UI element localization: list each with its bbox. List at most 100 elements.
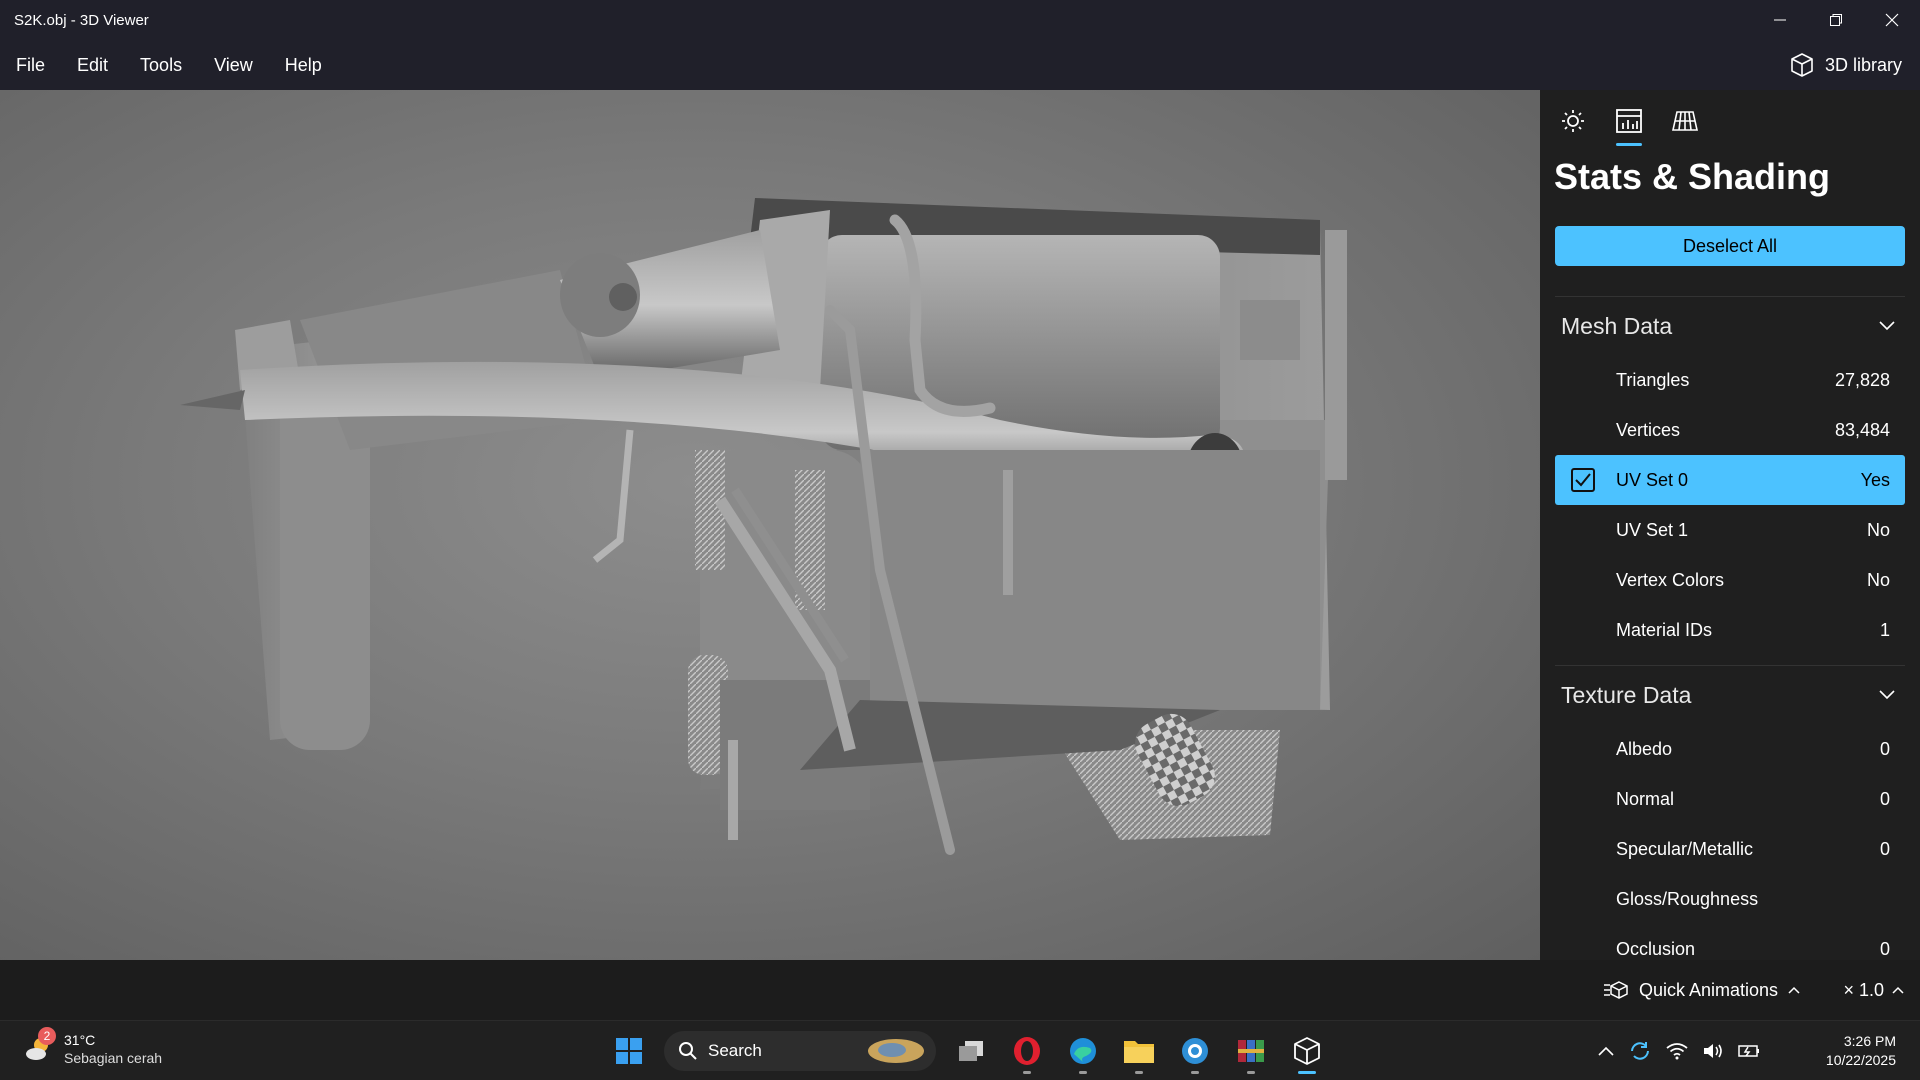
- texture-label: Normal: [1616, 788, 1675, 809]
- stats-chart-icon: [1616, 109, 1642, 133]
- 3d-viewer-cube-icon: [1294, 1037, 1320, 1065]
- system-tray: [1598, 1021, 1760, 1080]
- deselect-all-button[interactable]: Deselect All: [1555, 226, 1905, 266]
- checkmark-icon: [1575, 473, 1591, 487]
- stats-panel: Stats & Shading Deselect All Mesh Data T…: [1540, 90, 1920, 960]
- clock-time: 3:26 PM: [1843, 1033, 1896, 1049]
- wifi-icon[interactable]: [1666, 1042, 1688, 1060]
- tab-grid[interactable]: [1666, 108, 1704, 148]
- texture-row-gloss[interactable]: Gloss/Roughness: [1555, 874, 1905, 924]
- animation-bar: Quick Animations × 1.0: [0, 960, 1920, 1020]
- mesh-data-header[interactable]: Mesh Data: [1555, 297, 1905, 355]
- taskbar-edge[interactable]: [1062, 1028, 1104, 1074]
- menu-edit[interactable]: Edit: [61, 40, 124, 90]
- taskbar-search[interactable]: Search: [664, 1031, 936, 1071]
- chevron-up-icon[interactable]: [1598, 1046, 1614, 1056]
- taskbar-opera[interactable]: [1006, 1028, 1048, 1074]
- playback-speed-label: × 1.0: [1843, 979, 1884, 1000]
- mesh-data-title: Mesh Data: [1561, 312, 1673, 339]
- running-indicator: [1135, 1071, 1143, 1074]
- texture-value: 0: [1879, 788, 1890, 809]
- stat-label: Vertex Colors: [1616, 569, 1725, 590]
- stat-value: 83,484: [1834, 419, 1890, 440]
- archive-books-icon: [1238, 1040, 1264, 1062]
- texture-data-title: Texture Data: [1561, 681, 1692, 708]
- running-indicator: [1247, 1071, 1255, 1074]
- taskbar-chrome-app[interactable]: [1174, 1028, 1216, 1074]
- window-title: S2K.obj - 3D Viewer: [14, 11, 149, 29]
- 3d-viewport[interactable]: [0, 90, 1540, 960]
- stat-row-vertex-colors[interactable]: Vertex Colors No: [1555, 555, 1905, 605]
- stat-value: 1: [1879, 619, 1890, 640]
- uv-checkbox[interactable]: [1571, 468, 1595, 492]
- weather-widget[interactable]: 2 31°C Sebagian cerah: [24, 1027, 162, 1067]
- menu-view[interactable]: View: [198, 40, 269, 90]
- panel-tabs: [1540, 90, 1920, 148]
- stat-label: Triangles: [1616, 369, 1690, 390]
- 3d-library-label: 3D library: [1824, 54, 1902, 75]
- quick-animations-button[interactable]: Quick Animations: [1603, 960, 1800, 1020]
- weather-badge: 2: [38, 1027, 56, 1045]
- stat-row-uv-set-1[interactable]: UV Set 1 No: [1555, 505, 1905, 555]
- stat-label: Material IDs: [1616, 619, 1713, 640]
- playback-speed-button[interactable]: × 1.0: [1843, 960, 1904, 1020]
- running-indicator: [1023, 1071, 1031, 1074]
- texture-row-specular[interactable]: Specular/Metallic 0: [1555, 824, 1905, 874]
- stat-value: Yes: [1860, 469, 1890, 490]
- taskbar-clock[interactable]: 3:26 PM 10/22/2025: [1826, 1032, 1896, 1070]
- taskbar-winrar[interactable]: [1230, 1028, 1272, 1074]
- chevron-down-icon: [1879, 690, 1895, 700]
- tab-lighting[interactable]: [1554, 108, 1592, 148]
- minimize-button[interactable]: [1752, 0, 1808, 40]
- grid-icon: [1672, 111, 1698, 131]
- restore-button[interactable]: [1808, 0, 1864, 40]
- running-indicator: [1191, 1071, 1199, 1074]
- volume-icon[interactable]: [1702, 1042, 1724, 1060]
- stat-row-uv-set-0[interactable]: UV Set 0 Yes: [1555, 455, 1905, 505]
- taskbar-3d-viewer[interactable]: [1286, 1028, 1328, 1074]
- texture-row-albedo[interactable]: Albedo 0: [1555, 724, 1905, 774]
- task-view-icon: [959, 1041, 983, 1061]
- chevron-down-icon: [1879, 321, 1895, 331]
- animation-cube-icon: [1603, 981, 1628, 999]
- 3d-library-button[interactable]: 3D library: [1789, 40, 1902, 90]
- stat-label: Vertices: [1616, 419, 1681, 440]
- stat-label: UV Set 1: [1616, 519, 1689, 540]
- search-icon: [679, 1042, 697, 1060]
- close-icon: [1885, 13, 1899, 27]
- texture-row-occlusion[interactable]: Occlusion 0: [1555, 924, 1905, 960]
- texture-row-normal[interactable]: Normal 0: [1555, 774, 1905, 824]
- taskbar-task-view[interactable]: [950, 1028, 992, 1074]
- browser-app-icon: [1182, 1038, 1208, 1064]
- panel-title: Stats & Shading: [1554, 156, 1831, 197]
- opera-browser-icon: [1014, 1037, 1040, 1065]
- stat-value: 27,828: [1834, 369, 1890, 390]
- taskbar-file-explorer[interactable]: [1118, 1028, 1160, 1074]
- stat-value: No: [1866, 569, 1890, 590]
- texture-label: Specular/Metallic: [1616, 838, 1754, 859]
- running-indicator: [1079, 1071, 1087, 1074]
- search-highlight-icon: [868, 1039, 924, 1063]
- cube-icon: [1791, 53, 1813, 77]
- texture-value: 0: [1879, 838, 1890, 859]
- chevron-up-icon: [1892, 986, 1904, 994]
- texture-label: Albedo: [1616, 738, 1673, 759]
- menu-file[interactable]: File: [0, 40, 61, 90]
- weather-text: 31°C Sebagian cerah: [64, 1031, 162, 1067]
- windows-start-icon: [616, 1038, 642, 1064]
- stat-row-triangles: Triangles 27,828: [1555, 355, 1905, 405]
- window-controls: [1752, 0, 1920, 40]
- search-label: Search: [708, 1041, 762, 1060]
- texture-data-header[interactable]: Texture Data: [1555, 666, 1905, 724]
- sun-icon: [1562, 110, 1584, 132]
- close-button[interactable]: [1864, 0, 1920, 40]
- stat-row-material-ids[interactable]: Material IDs 1: [1555, 605, 1905, 655]
- sync-icon[interactable]: [1628, 1039, 1652, 1063]
- start-button[interactable]: [608, 1028, 650, 1074]
- battery-charging-icon[interactable]: [1738, 1043, 1760, 1059]
- tab-stats[interactable]: [1610, 108, 1648, 148]
- chevron-up-icon: [1788, 986, 1800, 994]
- stat-label: UV Set 0: [1616, 469, 1689, 490]
- menu-tools[interactable]: Tools: [124, 40, 198, 90]
- menu-help[interactable]: Help: [269, 40, 338, 90]
